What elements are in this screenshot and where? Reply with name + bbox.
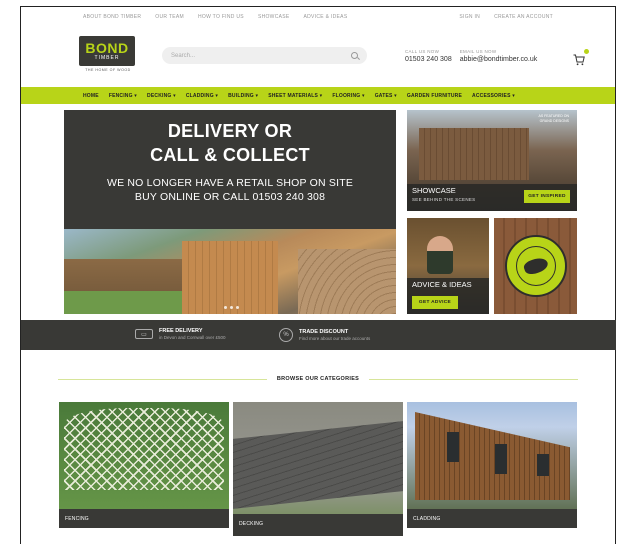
delivery-banner[interactable]: DELIVERY OR CALL & COLLECT WE NO LONGER …	[64, 110, 396, 229]
utility-link[interactable]: ADVICE & IDEAS	[304, 14, 348, 20]
category-card-decking[interactable]: DECKING	[233, 402, 403, 536]
search-placeholder: Search...	[171, 52, 196, 59]
nav-item-flooring[interactable]: FLOORING	[332, 93, 364, 99]
advice-person-image	[427, 236, 453, 274]
westcountry-seal-card	[494, 218, 577, 314]
logo-badge: BOND TIMBER	[79, 36, 135, 66]
category-label: FENCING	[59, 509, 229, 528]
trade-discount-title: TRADE DISCOUNT	[299, 329, 349, 335]
category-label: CLADDING	[407, 509, 577, 528]
browse-label: BROWSE OUR CATEGORIES	[276, 376, 360, 382]
logo-word: BOND	[85, 39, 129, 56]
badge-line-2: GRAND DESIGNS	[539, 118, 569, 123]
info-strip: ▭ FREE DELIVERY in Devon and Cornwall ov…	[21, 320, 616, 350]
browse-categories-heading: BROWSE OUR CATEGORIES	[58, 376, 579, 382]
seal-inner-ring	[515, 246, 556, 286]
nav-item-sheet-materials[interactable]: SHEET MATERIALS	[268, 93, 322, 99]
free-delivery-subtitle: in Devon and Cornwall over £500	[159, 335, 226, 340]
hero-line-1: DELIVERY OR	[167, 121, 293, 141]
search-icon[interactable]	[351, 52, 358, 59]
percent-icon: %	[279, 328, 293, 342]
nav-item-cladding[interactable]: CLADDING	[186, 93, 218, 99]
nav-item-home[interactable]: HOME	[83, 93, 99, 99]
utility-links-right: SIGN IN CREATE AN ACCOUNT	[459, 14, 553, 20]
utility-bar: ABOUT BOND TIMBER OUR TEAM HOW TO FIND US S…	[21, 7, 615, 27]
cart-button[interactable]	[573, 49, 589, 66]
nav-item-gates[interactable]: GATES	[375, 93, 397, 99]
email-label: EMAIL US NOW	[459, 49, 497, 54]
hero-heading: DELIVERY OR CALL & COLLECT	[64, 119, 396, 167]
category-label: DECKING	[233, 514, 403, 536]
call-label: CALL US NOW	[405, 49, 440, 54]
sign-in-link[interactable]: SIGN IN	[459, 14, 480, 20]
fencing-image	[64, 408, 224, 490]
showcase-title: SHOWCASE	[412, 186, 456, 195]
get-advice-button[interactable]: GET ADVICE	[412, 296, 458, 309]
contact-info: CALL US NOW 01503 240 308 EMAIL US NOW a…	[405, 49, 537, 63]
heading-rule-left	[58, 378, 267, 380]
trade-discount-subtitle: Find more about our trade accounts	[299, 336, 371, 341]
logo[interactable]: BOND TIMBER THE HOME OF WOOD	[79, 36, 137, 78]
slider-dot[interactable]	[224, 306, 227, 309]
utility-link[interactable]: HOW TO FIND US	[198, 14, 244, 20]
showcase-subtitle: SEE BEHIND THE SCENES	[412, 197, 476, 202]
search-input[interactable]: Search...	[162, 47, 367, 64]
trade-discount-item[interactable]: % TRADE DISCOUNT Find more about our tra…	[279, 328, 370, 342]
logo-sub: TIMBER	[94, 54, 120, 61]
hero-slider-image[interactable]	[64, 229, 396, 314]
free-delivery-title: FREE DELIVERY	[159, 328, 203, 334]
get-inspired-button[interactable]: GET INSPIRED	[524, 190, 570, 203]
slide-grass	[64, 291, 182, 314]
nav-item-building[interactable]: BUILDING	[228, 93, 258, 99]
cladding-window	[537, 454, 549, 476]
email-address[interactable]: abbie@bondtimber.co.uk	[460, 56, 538, 63]
email-block: EMAIL US NOW abbie@bondtimber.co.uk	[460, 49, 538, 63]
cladding-window	[495, 444, 507, 474]
utility-link[interactable]: SHOWCASE	[258, 14, 290, 20]
grand-designs-badge: AS FEATURED ON GRAND DESIGNS	[539, 114, 569, 123]
hero-line-2: CALL & COLLECT	[150, 145, 310, 165]
slider-dot[interactable]	[230, 306, 233, 309]
nav-item-fencing[interactable]: FENCING	[109, 93, 137, 99]
free-delivery-text: FREE DELIVERY in Devon and Cornwall over…	[159, 328, 226, 340]
free-delivery-item[interactable]: ▭ FREE DELIVERY in Devon and Cornwall ov…	[135, 328, 226, 340]
hero-line-4: BUY ONLINE OR CALL 01503 240 308	[134, 191, 326, 203]
call-number[interactable]: 01503 240 308	[405, 56, 452, 63]
badge-line-1: AS FEATURED ON	[538, 114, 569, 118]
utility-links-left: ABOUT BOND TIMBER OUR TEAM HOW TO FIND US S…	[83, 14, 347, 20]
showcase-house-image	[419, 128, 529, 180]
nav-item-accessories[interactable]: ACCESSORIES	[472, 93, 515, 99]
trade-discount-text: TRADE DISCOUNT Find more about our trade…	[299, 329, 370, 341]
slider-dot[interactable]	[236, 306, 239, 309]
advice-card[interactable]: ADVICE & IDEAS GET ADVICE	[407, 218, 489, 314]
cladding-window	[447, 432, 459, 462]
nav-item-garden-furniture[interactable]: GARDEN FURNITURE	[407, 93, 462, 99]
hero-subtext: WE NO LONGER HAVE A RETAIL SHOP ON SITE …	[64, 176, 396, 204]
truck-icon: ▭	[135, 329, 153, 339]
category-card-fencing[interactable]: FENCING	[59, 402, 229, 528]
showcase-card[interactable]: AS FEATURED ON GRAND DESIGNS SHOWCASE SE…	[407, 110, 577, 211]
utility-link[interactable]: OUR TEAM	[155, 14, 184, 20]
main-nav: HOME FENCING DECKING CLADDING BUILDING SHEET …	[21, 87, 615, 104]
slide-fence-panel	[182, 241, 278, 314]
advice-title: ADVICE & IDEAS	[412, 280, 472, 289]
slide-curved-deck	[298, 249, 396, 314]
call-block: CALL US NOW 01503 240 308	[405, 49, 452, 63]
create-account-link[interactable]: CREATE AN ACCOUNT	[494, 14, 553, 20]
hero-line-3: WE NO LONGER HAVE A RETAIL SHOP ON SITE	[106, 177, 354, 189]
site-header: BOND TIMBER THE HOME OF WOOD Search... C…	[21, 27, 615, 87]
seal-badge-icon	[504, 235, 567, 297]
cart-icon	[573, 54, 585, 66]
nav-item-decking[interactable]: DECKING	[147, 93, 176, 99]
category-card-cladding[interactable]: CLADDING	[407, 402, 577, 528]
decking-image	[233, 421, 403, 509]
slider-dots[interactable]	[224, 306, 239, 309]
heading-rule-right	[369, 378, 579, 380]
logo-tagline: THE HOME OF WOOD	[85, 68, 131, 72]
cart-count-badge	[584, 49, 589, 54]
cornwall-map-icon	[521, 255, 550, 277]
utility-link[interactable]: ABOUT BOND TIMBER	[83, 14, 141, 20]
